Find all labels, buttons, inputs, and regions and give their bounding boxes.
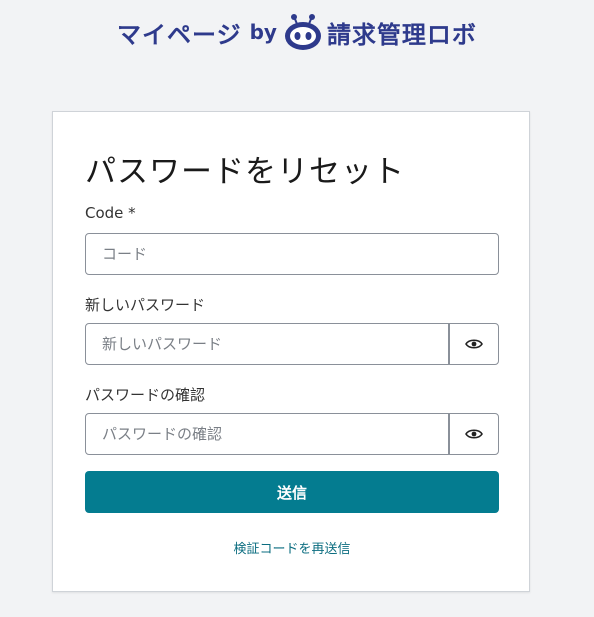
code-input[interactable] <box>85 233 499 275</box>
brand-name-product: 請求管理ロボ <box>326 20 477 49</box>
toggle-confirm-password-visibility-button[interactable] <box>449 413 499 455</box>
new-password-label: 新しいパスワード <box>85 296 206 314</box>
brand-logo: マイページ by 請求管理ロボ <box>0 12 594 52</box>
toggle-new-password-visibility-button[interactable] <box>449 323 499 365</box>
confirm-password-input[interactable] <box>85 413 449 455</box>
resend-verification-code-link[interactable]: 検証コードを再送信 <box>85 538 499 557</box>
confirm-password-label: パスワードの確認 <box>85 386 206 404</box>
new-password-input[interactable] <box>85 323 449 365</box>
robot-face-icon <box>284 14 321 50</box>
page-title: パスワードをリセット <box>85 154 405 190</box>
eye-icon <box>465 339 483 349</box>
reset-password-card: パスワードをリセット Code * 新しいパスワード パスワードの確認 送信 検… <box>52 111 530 592</box>
brand-by: by <box>249 20 277 44</box>
submit-button[interactable]: 送信 <box>85 471 499 513</box>
eye-icon <box>465 429 483 439</box>
code-label: Code * <box>85 204 136 222</box>
brand-name-mypage: マイページ <box>117 20 242 49</box>
